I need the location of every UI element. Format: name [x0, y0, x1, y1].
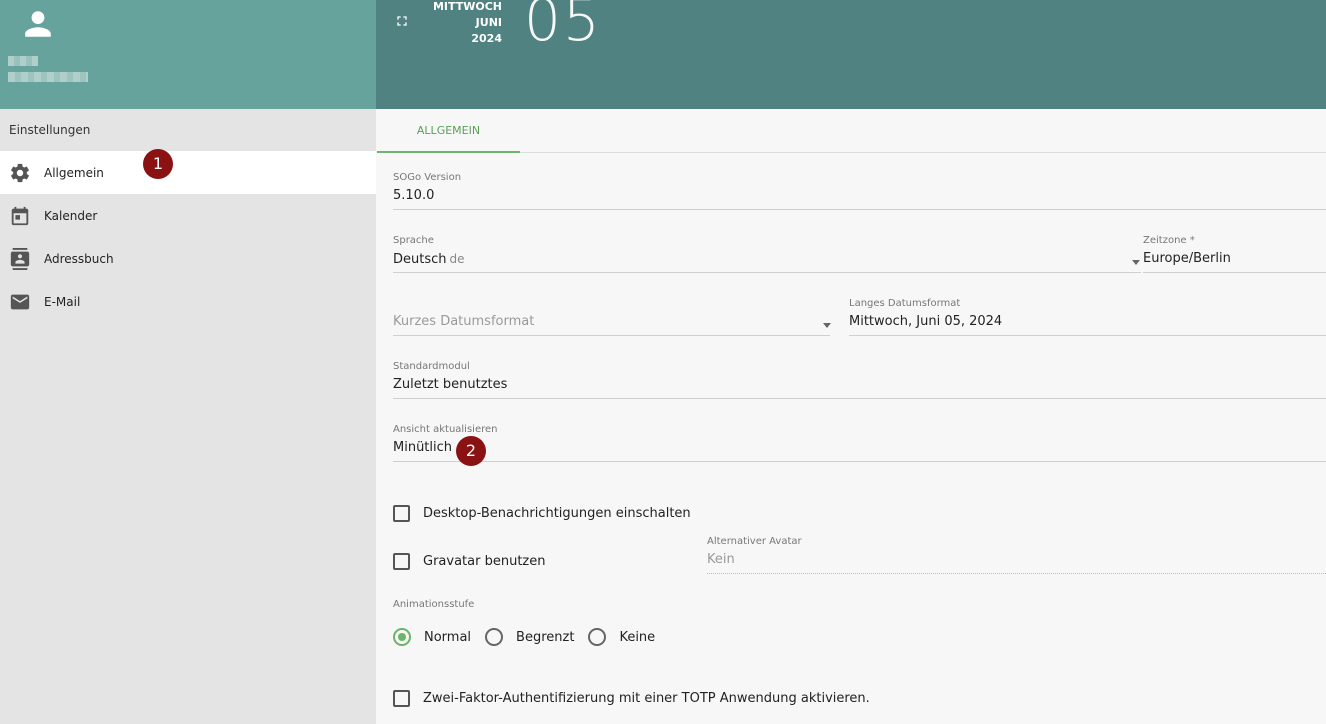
- weekday: MITTWOCH: [432, 0, 502, 13]
- sogo-version-value: 5.10.0: [393, 188, 435, 203]
- month: JUNI: [475, 16, 502, 29]
- sidebar: Einstellungen Allgemein 1 Kalender Adres…: [0, 0, 376, 724]
- fullscreen-icon[interactable]: [394, 13, 410, 29]
- totp-label: Zwei-Faktor-Authentifizierung mit einer …: [423, 691, 870, 706]
- long-date-label: Langes Datumsformat: [849, 298, 961, 309]
- settings-title: Einstellungen: [9, 123, 91, 137]
- animation-label-block: Animationsstufe: [393, 598, 693, 612]
- day-number: 05: [524, 0, 602, 54]
- checkbox-box[interactable]: [393, 690, 410, 707]
- gravatar-label: Gravatar benutzen: [423, 554, 546, 569]
- calendar-icon: [11, 206, 29, 225]
- language-value: Deutsch: [393, 252, 447, 267]
- alt-avatar-value: Kein: [707, 552, 735, 567]
- radio-begrenzt[interactable]: [485, 628, 504, 646]
- short-date-label-spacer: [393, 297, 830, 311]
- sidebar-item-label: Kalender: [44, 208, 98, 223]
- sogo-version-label: SOGo Version: [393, 172, 462, 183]
- radio-begrenzt-label[interactable]: Begrenzt: [516, 630, 574, 645]
- short-date-format-select[interactable]: Kurzes Datumsformat: [393, 297, 830, 336]
- radio-keine[interactable]: [588, 628, 607, 646]
- radio-normal[interactable]: [393, 628, 411, 646]
- animation-label: Animationsstufe: [393, 599, 475, 610]
- gravatar-checkbox[interactable]: Gravatar benutzen: [393, 553, 545, 570]
- tab-bar: ALLGEMEIN: [377, 109, 1326, 153]
- timezone-value: Europe/Berlin: [1143, 251, 1231, 266]
- annotation-badge-2: 2: [456, 436, 486, 466]
- user-panel: [0, 0, 376, 109]
- chevron-down-icon[interactable]: [1132, 260, 1140, 265]
- short-date-placeholder: Kurzes Datumsformat: [393, 314, 535, 329]
- sidebar-item-kalender[interactable]: Kalender: [0, 194, 376, 237]
- default-module-value: Zuletzt benutztes: [393, 377, 508, 392]
- year: 2024: [471, 32, 502, 45]
- animation-radio-group: Normal Begrenzt Keine: [393, 628, 669, 646]
- radio-keine-label[interactable]: Keine: [619, 630, 655, 645]
- sidebar-item-email[interactable]: E-Mail: [0, 280, 376, 323]
- desktop-notifications-label: Desktop-Benachrichtigungen einschalten: [423, 506, 691, 521]
- refresh-value: Minütlich: [393, 440, 453, 455]
- language-label: Sprache: [393, 235, 434, 246]
- settings-panel: ALLGEMEIN SOGo Version 5.10.0 Sprache De…: [377, 109, 1326, 724]
- refresh-label: Ansicht aktualisieren: [393, 424, 498, 435]
- gear-icon: [11, 163, 29, 182]
- date-text: MITTWOCH JUNI 2024: [432, 0, 502, 47]
- sidebar-item-label: Adressbuch: [44, 251, 114, 266]
- desktop-notifications-checkbox[interactable]: Desktop-Benachrichtigungen einschalten: [393, 505, 691, 522]
- sogo-version-field: SOGo Version 5.10.0: [393, 171, 1326, 210]
- default-module-label: Standardmodul: [393, 361, 470, 372]
- refresh-view-select[interactable]: Ansicht aktualisieren Minütlich: [393, 423, 1326, 462]
- user-icon[interactable]: [22, 8, 54, 40]
- language-code: de: [449, 252, 465, 266]
- chevron-down-icon[interactable]: [823, 323, 831, 328]
- long-date-value: Mittwoch, Juni 05, 2024: [849, 314, 1003, 329]
- sidebar-item-allgemein[interactable]: Allgemein 1: [0, 149, 376, 194]
- mail-icon: [10, 294, 30, 309]
- contacts-icon: [10, 247, 30, 270]
- long-date-format-select[interactable]: Langes Datumsformat Mittwoch, Juni 05, 2…: [849, 297, 1326, 336]
- sidebar-item-label: E-Mail: [44, 294, 81, 309]
- timezone-label: Zeitzone *: [1143, 235, 1195, 246]
- tab-indicator: [377, 151, 520, 153]
- default-module-select[interactable]: Standardmodul Zuletzt benutztes: [393, 360, 1326, 399]
- radio-normal-label[interactable]: Normal: [424, 630, 471, 645]
- language-select[interactable]: Sprache Deutsch de: [393, 234, 1141, 273]
- alt-avatar-select: Alternativer Avatar Kein: [707, 535, 1326, 574]
- alt-avatar-label: Alternativer Avatar: [707, 536, 802, 547]
- date-header: MITTWOCH JUNI 2024 05: [376, 0, 1326, 109]
- checkbox-box[interactable]: [393, 553, 410, 570]
- annotation-badge-1: 1: [143, 149, 173, 179]
- tab-allgemein[interactable]: ALLGEMEIN: [377, 109, 520, 153]
- totp-checkbox[interactable]: Zwei-Faktor-Authentifizierung mit einer …: [393, 690, 870, 707]
- user-name-redacted: [8, 56, 38, 66]
- sidebar-item-adressbuch[interactable]: Adressbuch: [0, 237, 376, 280]
- checkbox-box[interactable]: [393, 505, 410, 522]
- timezone-field[interactable]: Zeitzone * Europe/Berlin: [1143, 234, 1326, 273]
- language-value-row: Deutsch de: [393, 248, 1141, 272]
- sidebar-item-label: Allgemein: [44, 165, 104, 180]
- user-email-redacted: [8, 72, 88, 82]
